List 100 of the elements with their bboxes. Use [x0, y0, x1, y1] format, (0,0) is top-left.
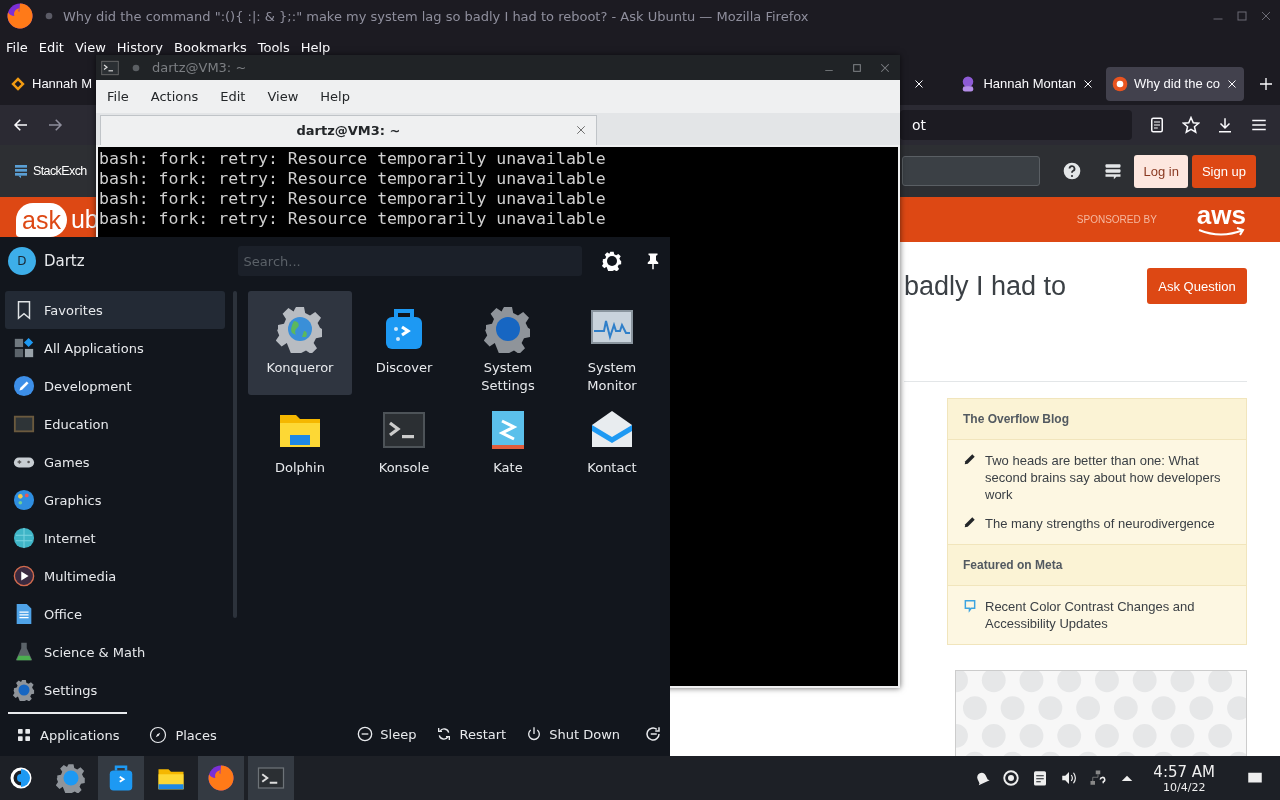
app-tile[interactable]: Kate: [456, 395, 560, 491]
help-icon[interactable]: [1062, 161, 1083, 181]
sidebar-link[interactable]: The many strengths of neurodivergence: [985, 515, 1215, 532]
terminal-line: bash: fork: retry: Resource temporarily unavailable: [99, 169, 607, 189]
speech-bubble-icon: [963, 598, 977, 614]
gear-icon[interactable]: [56, 763, 86, 793]
stack-icon: [13, 163, 29, 179]
gear-icon: [484, 305, 532, 353]
globe-icon: [13, 527, 35, 549]
palette-icon: [13, 489, 35, 511]
category-item[interactable]: Multimedia: [5, 557, 225, 595]
question-title[interactable]: badly I had to: [904, 271, 1147, 304]
pencil-icon: [13, 375, 35, 397]
app-tile[interactable]: Konsole: [352, 395, 456, 491]
category-item[interactable]: Development: [5, 367, 225, 405]
menu-item[interactable]: Edit: [220, 89, 246, 104]
menu-item[interactable]: Bookmarks: [174, 39, 247, 55]
browser-icon[interactable]: [206, 763, 236, 793]
compass-icon: [149, 726, 168, 744]
back-icon[interactable]: [12, 116, 30, 134]
power-icon: [526, 726, 543, 742]
signup-button[interactable]: Sign up: [1191, 154, 1256, 188]
app-tile[interactable]: Konqueror: [248, 291, 352, 395]
site-brand[interactable]: StackExch: [33, 164, 87, 178]
category-item[interactable]: Settings: [5, 671, 225, 709]
pencil-icon: [963, 515, 977, 529]
launcher-icon[interactable]: [9, 766, 33, 790]
logo-bubble[interactable]: ask: [16, 202, 67, 237]
browser-tab[interactable]: Why did the co: [1106, 66, 1244, 101]
login-button[interactable]: Log in: [1134, 154, 1188, 188]
flask-icon: [13, 641, 35, 663]
user-avatar[interactable]: D: [8, 247, 36, 275]
sponsor-label: SPONSORED BY: [1076, 214, 1157, 225]
inbox-icon[interactable]: [1103, 161, 1124, 181]
menu-item[interactable]: Help: [320, 89, 350, 104]
menu-item[interactable]: View: [267, 89, 299, 104]
category-item[interactable]: Graphics: [5, 481, 225, 519]
search-field[interactable]: [902, 156, 1041, 186]
app-tile[interactable]: Discover: [352, 291, 456, 395]
close-icon[interactable]: [1226, 77, 1238, 90]
search-field[interactable]: Search...: [237, 246, 582, 276]
category-item[interactable]: Games: [5, 443, 225, 481]
card-heading: Featured on Meta: [948, 544, 1246, 585]
reader-icon[interactable]: [1148, 116, 1166, 134]
sidebar-link[interactable]: Two heads are better than one: What second brains say about how developers work: [985, 452, 1231, 503]
category-item[interactable]: Favorites: [5, 291, 225, 329]
category-item[interactable]: Internet: [5, 519, 225, 557]
close-icon[interactable]: [913, 77, 926, 90]
menu-item[interactable]: View: [74, 39, 106, 55]
terminal-line: bash: fork: retry: Resource temporarily unavailable: [99, 189, 607, 209]
app-tile[interactable]: Kontact: [560, 395, 664, 491]
menu-item[interactable]: Help: [300, 39, 331, 55]
browser-tab[interactable]: Hannah M: [4, 66, 94, 101]
power-action-button[interactable]: Restart: [432, 726, 511, 742]
gear-icon: [13, 679, 35, 701]
menu-item[interactable]: Actions: [150, 89, 199, 104]
pencil-icon: [963, 452, 977, 466]
forward-icon[interactable]: [46, 116, 64, 134]
card-heading: The Overflow Blog: [948, 399, 1246, 439]
star-icon[interactable]: [1182, 116, 1200, 134]
maximize-icon[interactable]: [852, 62, 862, 73]
terminal-tab[interactable]: dartz@VM3: ~: [100, 115, 597, 145]
menu-item[interactable]: Edit: [38, 39, 64, 55]
sleep-icon: [357, 726, 374, 742]
dot-icon: [45, 12, 53, 20]
power-action-button[interactable]: Sleep: [353, 726, 421, 742]
new-tab-icon[interactable]: [1258, 75, 1274, 92]
app-tile[interactable]: Dolphin: [248, 395, 352, 491]
browser-tab[interactable]: Hannah Montan: [953, 66, 1100, 101]
logout-icon[interactable]: [644, 725, 662, 743]
sponsor-logo[interactable]: aws: [1196, 202, 1246, 227]
menu-item[interactable]: File: [107, 89, 129, 104]
browser-icon[interactable]: [5, 1, 35, 31]
address-bar[interactable]: ot: [900, 110, 1132, 140]
play-icon: [13, 565, 35, 587]
terminal-line: bash: fork: retry: Resource temporarily unavailable: [99, 209, 607, 229]
menu-item[interactable]: History: [116, 39, 164, 55]
launcher-tab[interactable]: Places: [141, 712, 225, 756]
ask-question-button[interactable]: Ask Question: [1147, 268, 1247, 304]
window-title: dartz@VM3: ~: [152, 60, 248, 75]
sidebar-link[interactable]: Recent Color Contrast Changes and Accessibility Updates: [985, 598, 1231, 632]
app-tile[interactable]: System Settings: [456, 291, 560, 395]
network-icon[interactable]: [1089, 769, 1108, 787]
category-item[interactable]: All Applications: [5, 329, 225, 367]
clock-date[interactable]: 10/4/22: [1162, 780, 1206, 794]
window-title: Why did the command ":(){ :|: & };:" make my system lag so badly I had to reboot? - Ask Ubuntu — Mozilla Firefox: [63, 8, 810, 24]
category-item[interactable]: Office: [5, 595, 225, 633]
menu-item[interactable]: Tools: [257, 39, 290, 55]
clock-time[interactable]: 4:57 AM: [1153, 762, 1215, 781]
chalkboard-icon: [13, 413, 35, 435]
power-action-button[interactable]: Shut Down: [522, 726, 624, 742]
site-icon: [1112, 75, 1128, 92]
category-item[interactable]: Science & Math: [5, 633, 225, 671]
settings-icon[interactable]: [602, 251, 622, 271]
menu-item[interactable]: File: [6, 39, 28, 55]
app-tile[interactable]: System Monitor: [560, 291, 664, 395]
close-icon[interactable]: [1082, 77, 1094, 90]
terminal-icon: [100, 58, 120, 77]
category-item[interactable]: Education: [5, 405, 225, 443]
download-icon[interactable]: [1216, 116, 1234, 134]
